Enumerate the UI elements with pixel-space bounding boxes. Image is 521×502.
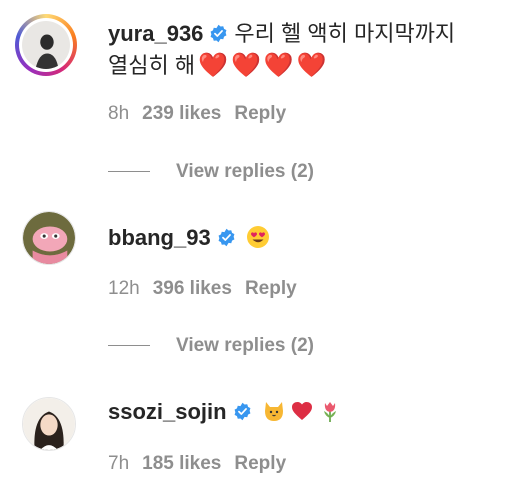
avatar-image [23, 212, 75, 264]
comment-text-continued: 열심히 해 ❤️ ❤️ ❤️ ❤️ [108, 50, 501, 82]
timestamp: 8h [108, 103, 130, 124]
verified-badge-icon [234, 402, 251, 421]
avatar[interactable] [22, 211, 76, 265]
reply-button[interactable]: Reply [234, 103, 286, 124]
comment-text: ssozi_sojin [108, 396, 501, 428]
likes-count[interactable]: 396 likes [153, 278, 232, 299]
verified-badge-icon [211, 24, 227, 43]
avatar[interactable] [15, 14, 77, 76]
username[interactable]: yura_936 [108, 21, 203, 46]
comment-body-line2: 열심히 해 [108, 53, 196, 78]
red-heart-emoji: ❤️ [198, 52, 228, 79]
avatar-image [22, 21, 70, 69]
comment-text: bbang_93 [108, 222, 501, 254]
likes-count[interactable]: 239 likes [142, 103, 221, 124]
view-replies-button[interactable]: View replies (2) [108, 334, 314, 358]
reply-button[interactable]: Reply [245, 278, 297, 299]
view-replies-label: View replies (2) [176, 161, 314, 182]
red-heart-emoji: ❤️ [230, 52, 261, 79]
avatar-image [23, 398, 75, 450]
tulip-emoji-icon [323, 402, 336, 422]
view-replies-button[interactable]: View replies (2) [108, 160, 314, 184]
divider-line [108, 171, 150, 173]
comment-body: 우리 헬 액히 마지막까지 [234, 21, 456, 46]
red-heart-emoji: ❤️ [296, 52, 327, 79]
reply-button[interactable]: Reply [234, 453, 286, 474]
comment-text: yura_936 우리 헬 액히 마지막까지 [108, 18, 501, 50]
timestamp: 7h [108, 453, 130, 474]
verified-badge-icon [218, 228, 235, 247]
timestamp: 12h [108, 278, 140, 299]
red-heart-emoji: ❤️ [263, 52, 294, 79]
divider-line [108, 345, 150, 347]
comment-meta: 7h 185 likes Reply [108, 452, 299, 476]
red-heart-emoji-icon [291, 402, 312, 420]
comment-meta: 8h 239 likes Reply [108, 102, 299, 126]
heart-eyes-emoji-icon [246, 226, 269, 248]
username[interactable]: bbang_93 [108, 225, 211, 250]
username[interactable]: ssozi_sojin [108, 399, 227, 424]
view-replies-label: View replies (2) [176, 335, 314, 356]
cat-emoji-icon [264, 402, 283, 421]
comment-meta: 12h 396 likes Reply [108, 277, 310, 301]
likes-count[interactable]: 185 likes [142, 453, 221, 474]
avatar[interactable] [22, 397, 76, 451]
